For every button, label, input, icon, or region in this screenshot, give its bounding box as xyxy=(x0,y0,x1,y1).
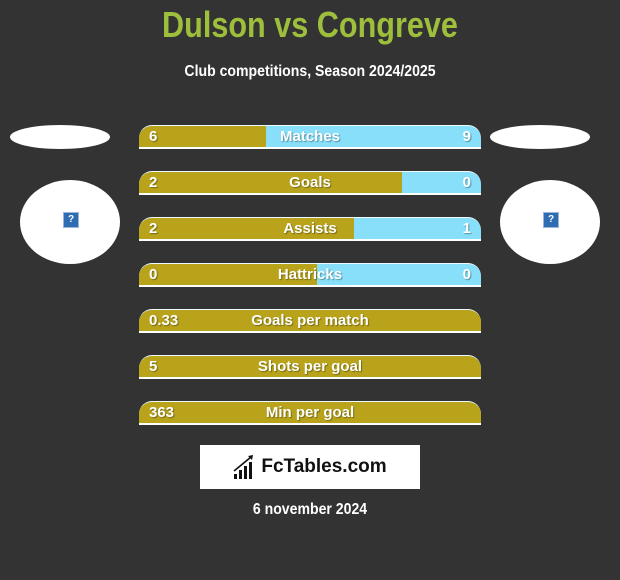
left-value: 0.33 xyxy=(149,312,179,329)
stat-label: Hattricks xyxy=(277,266,343,283)
page-title: Dulson vs Congreve xyxy=(162,4,458,45)
bar-chart-icon xyxy=(233,455,254,479)
left-value: 0 xyxy=(149,266,158,283)
match-date: 6 november 2024 xyxy=(252,501,368,518)
right-value: 0 xyxy=(462,266,471,283)
stat-row-assists: Assists 2 1 xyxy=(139,217,481,241)
left-team-name-placeholder xyxy=(10,125,110,149)
left-value: 5 xyxy=(149,358,158,375)
brand-name: FcTables.com xyxy=(261,456,387,477)
stat-row-matches: Matches 6 9 xyxy=(139,125,481,149)
stat-row-hattricks: Hattricks 0 0 xyxy=(139,263,481,287)
stat-label: Min per goal xyxy=(265,404,355,421)
left-value: 2 xyxy=(149,174,158,191)
stat-label: Goals per match xyxy=(251,312,369,329)
right-team-name-placeholder xyxy=(490,125,590,149)
broken-image-icon: ? xyxy=(543,212,559,228)
broken-image-icon: ? xyxy=(63,212,79,228)
stat-row-min-per-goal: Min per goal 363 xyxy=(139,401,481,425)
fctables-logo-link[interactable]: FcTables.com xyxy=(200,445,420,489)
left-team-logo[interactable]: ? xyxy=(20,180,120,264)
right-value: 9 xyxy=(462,128,471,145)
left-value: 6 xyxy=(149,128,158,145)
stat-label: Goals xyxy=(289,174,331,191)
left-value: 2 xyxy=(149,220,158,237)
right-team-logo[interactable]: ? xyxy=(500,180,600,264)
page-subtitle: Club competitions, Season 2024/2025 xyxy=(184,63,436,80)
left-value: 363 xyxy=(149,404,175,421)
stat-label: Assists xyxy=(283,220,337,237)
right-value: 1 xyxy=(462,220,471,237)
stat-row-shots-per-goal: Shots per goal 5 xyxy=(139,355,481,379)
stat-row-goals: Goals 2 0 xyxy=(139,171,481,195)
stat-label: Shots per goal xyxy=(257,358,363,375)
stat-row-goals-per-match: Goals per match 0.33 xyxy=(139,309,481,333)
stat-label: Matches xyxy=(279,128,341,145)
right-value: 0 xyxy=(462,174,471,191)
